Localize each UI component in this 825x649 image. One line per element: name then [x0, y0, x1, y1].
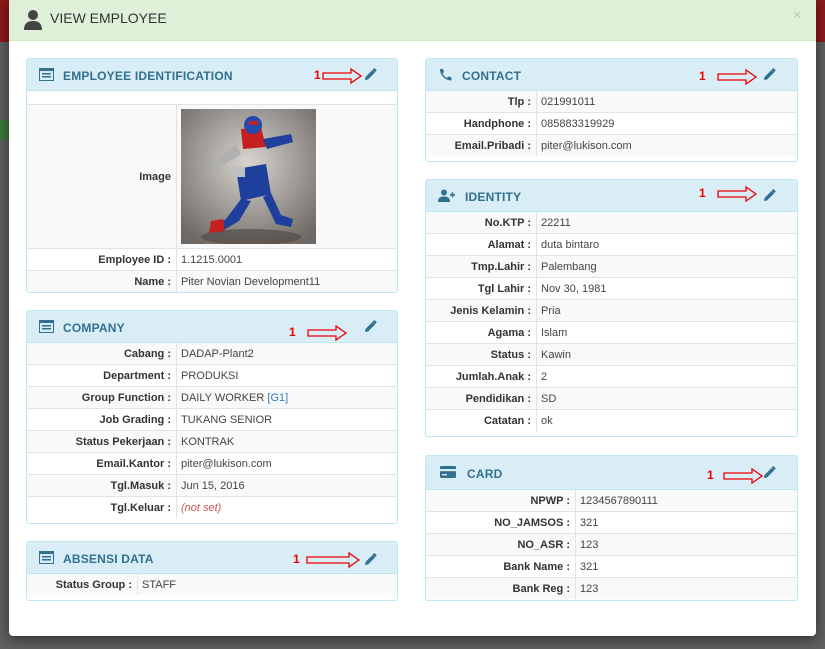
table-row: Tgl.Keluar : (not set): [27, 496, 397, 518]
table-row: Jenis Kelamin : Pria: [426, 299, 797, 322]
table-row: Group Function : DAILY WORKER [G1]: [27, 386, 397, 409]
user-icon: [23, 9, 43, 31]
image-cell: [176, 105, 397, 249]
phone-icon: [438, 68, 453, 81]
panel-title: ABSENSI DATA: [63, 552, 154, 566]
table-row: Cabang : DADAP-Plant2: [27, 343, 397, 365]
identity-table: No.KTP :22211 Alamat : duta bintaro Tmp.L…: [426, 212, 797, 431]
panel-heading: CONTACT 1: [426, 59, 797, 91]
panel-title: CARD: [467, 467, 503, 481]
contact-table: Tlp :021991011 Handphone :085883319929 E…: [426, 91, 797, 156]
table-row: Handphone :085883319929: [426, 112, 797, 135]
contact-panel: CONTACT 1 Tlp :021991011 Handphone :0858…: [425, 58, 798, 162]
panel-heading: COMPANY 1: [27, 311, 397, 343]
pencil-icon[interactable]: [762, 188, 776, 203]
panel-title: CONTACT: [462, 69, 522, 83]
employee-identification-table: Image Employee ID: 1.1215.0001 Name: P…: [27, 105, 397, 292]
table-row: Bank Reg :123: [426, 577, 797, 599]
panel-heading: EMPLOYEE IDENTIFICATION 1: [27, 59, 397, 91]
table-row: Tgl.Masuk : Jun 15, 2016: [27, 474, 397, 497]
list-alt-icon: [39, 68, 54, 81]
modal-title: VIEW EMPLOYEE: [50, 10, 167, 26]
pencil-icon[interactable]: [363, 552, 377, 567]
table-row: Pendidikan : SD: [426, 387, 797, 410]
table-row: Jumlah.Anak :2: [426, 365, 797, 388]
panel-heading: ABSENSI DATA 1: [27, 542, 397, 574]
table-row: NO_JAMSOS :321: [426, 511, 797, 534]
table-row: Job Grading : TUKANG SENIOR: [27, 408, 397, 431]
table-row: Department : PRODUKSI: [27, 364, 397, 387]
list-alt-icon: [39, 551, 54, 564]
absensi-table: Status Group : STAFF: [27, 574, 397, 595]
table-row: Employee ID : 1.1215.0001: [27, 248, 397, 271]
table-row: Bank Name :321: [426, 555, 797, 578]
table-row: Status : Kawin: [426, 343, 797, 366]
table-row: Email.Pribadi : piter@lukison.com: [426, 134, 797, 156]
table-row: Email.Kantor : piter@lukison.com: [27, 452, 397, 475]
company-table: Cabang : DADAP-Plant2 Department : PRODUKS…: [27, 343, 397, 518]
table-row: Image: [27, 105, 397, 249]
table-row: Status Group : STAFF: [27, 574, 397, 595]
close-button[interactable]: ×: [793, 7, 802, 25]
not-set-value: (not set): [181, 501, 222, 514]
table-row: Catatan : ok: [426, 409, 797, 431]
panel-title: EMPLOYEE IDENTIFICATION: [63, 69, 233, 83]
panel-title: IDENTITY: [465, 190, 522, 204]
table-row: Alamat : duta bintaro: [426, 233, 797, 256]
table-row: No.KTP :22211: [426, 212, 797, 234]
absensi-data-panel: ABSENSI DATA 1 Status Group : STAFF: [26, 541, 398, 601]
identity-panel: IDENTITY 1 No.KTP :22211 Alamat : duta bi…: [425, 179, 798, 437]
employee-photo: [181, 109, 316, 244]
view-employee-modal: VIEW EMPLOYEE × EMPLOYEE IDENTIFICATION …: [9, 0, 816, 636]
employee-identification-panel: EMPLOYEE IDENTIFICATION 1 Image Employee…: [26, 58, 398, 293]
table-row: Tlp :021991011: [426, 91, 797, 113]
table-row: NPWP :1234567890111: [426, 490, 797, 512]
pencil-icon[interactable]: [762, 67, 776, 82]
panel-heading: CARD 1: [426, 456, 797, 490]
card-panel: CARD 1 NPWP :1234567890111 NO_JAMSOS :32…: [425, 455, 798, 601]
panel-title: COMPANY: [63, 321, 125, 335]
pencil-icon[interactable]: [363, 319, 377, 334]
spacer-row: [27, 91, 397, 105]
table-row: Tmp.Lahir : Palembang: [426, 255, 797, 278]
table-row: Status Pekerjaan : KONTRAK: [27, 430, 397, 453]
credit-card-icon: [440, 466, 456, 479]
modal-header: VIEW EMPLOYEE ×: [9, 0, 816, 41]
pencil-icon[interactable]: [363, 67, 377, 82]
table-row: Tgl Lahir : Nov 30, 1981: [426, 277, 797, 300]
company-panel: COMPANY 1 Cabang : DADAP-Plant2 Departmen…: [26, 310, 398, 524]
panel-heading: IDENTITY 1: [426, 180, 797, 212]
group-function-link[interactable]: [G1]: [267, 392, 288, 404]
pencil-icon[interactable]: [762, 465, 776, 480]
card-table: NPWP :1234567890111 NO_JAMSOS :321 NO_AS…: [426, 490, 797, 599]
table-row: Agama : Islam: [426, 321, 797, 344]
list-alt-icon: [39, 320, 54, 333]
table-row: NO_ASR :123: [426, 533, 797, 556]
table-row: Name : Piter Novian Development11: [27, 270, 397, 292]
image-label: Image: [27, 105, 177, 249]
user-plus-icon: [438, 189, 455, 202]
